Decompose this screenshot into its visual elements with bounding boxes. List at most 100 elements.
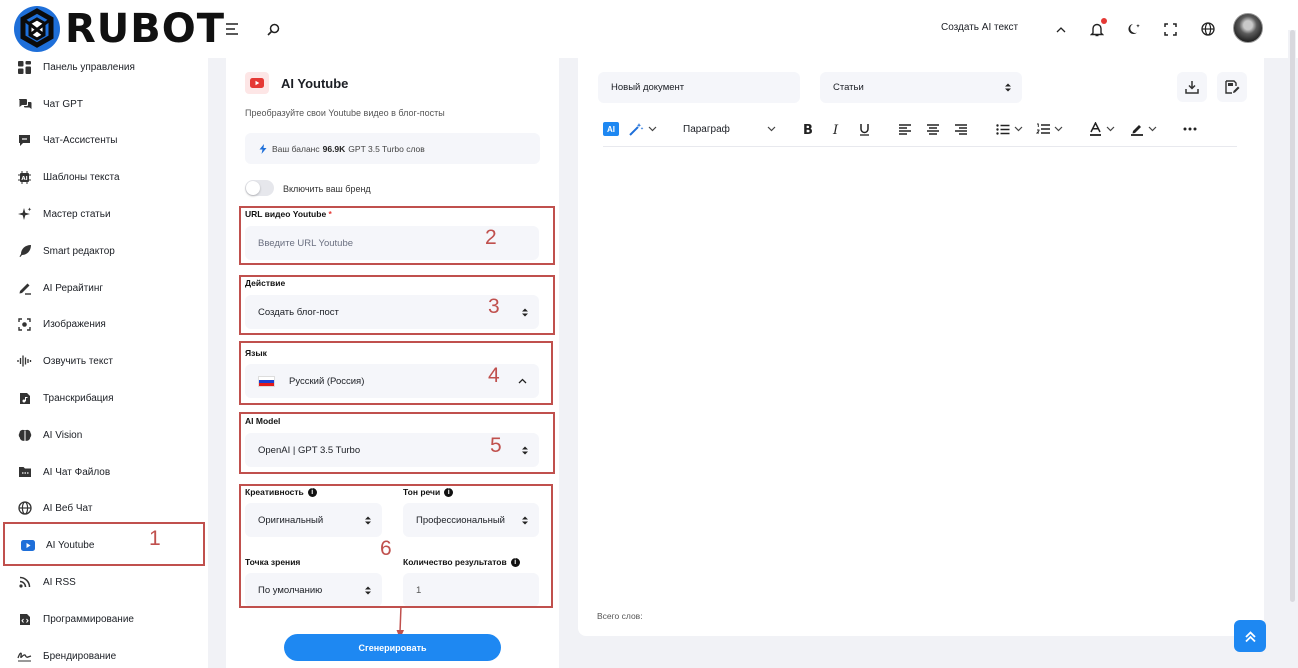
rss-icon xyxy=(17,575,32,590)
annotation-box-5 xyxy=(239,412,555,474)
double-chevron-up-icon xyxy=(1244,630,1256,642)
sidebar-item-article-wizard[interactable]: Мастер статьи xyxy=(0,199,208,229)
download-button[interactable] xyxy=(1177,72,1207,102)
notification-bell-icon[interactable] xyxy=(1088,18,1107,38)
sidebar-item-label: Транскрибация xyxy=(43,392,114,404)
category-select-value: Статьи xyxy=(833,82,864,93)
more-options-button[interactable] xyxy=(1183,121,1197,137)
sidebar-item-text-templates[interactable]: AI Шаблоны текста xyxy=(0,162,208,192)
align-right-button[interactable] xyxy=(954,121,968,137)
magic-wand-icon xyxy=(629,123,644,136)
globe-icon xyxy=(17,501,32,516)
sidebar-item-dashboard[interactable]: Панель управления xyxy=(0,52,208,82)
sidebar-item-label: Smart редактор xyxy=(43,245,115,257)
search-icon[interactable] xyxy=(264,20,282,38)
sidebar-item-chat-gpt[interactable]: Чат GPT xyxy=(0,89,208,119)
annotation-box-1 xyxy=(3,522,205,566)
ai-chip-icon: AI xyxy=(17,170,32,185)
sidebar-item-ai-rss[interactable]: AI RSS xyxy=(0,567,208,597)
bold-button[interactable]: B xyxy=(803,121,814,137)
sidebar-item-smart-editor[interactable]: Smart редактор xyxy=(0,236,208,266)
download-icon xyxy=(1185,81,1199,94)
sidebar-item-programming[interactable]: Программирование xyxy=(0,604,208,634)
annotation-number-2: 2 xyxy=(485,226,497,249)
create-ai-text-link[interactable]: Создать AI текст xyxy=(941,22,1018,33)
align-right-icon xyxy=(955,123,967,135)
bullet-list-icon xyxy=(996,123,1010,135)
word-count-label: Всего слов: xyxy=(597,611,643,621)
magic-wand-button[interactable] xyxy=(629,121,657,137)
menu-toggle-icon[interactable] xyxy=(223,20,241,38)
page-scrollbar-thumb[interactable] xyxy=(1290,30,1295,602)
ai-assist-button[interactable]: AI xyxy=(603,121,619,137)
top-header: RUBOT Создать AI текст xyxy=(0,0,1298,58)
dark-mode-moon-icon[interactable] xyxy=(1125,20,1143,38)
underline-button[interactable] xyxy=(859,121,870,137)
sidebar-item-label: Озвучить текст xyxy=(43,355,113,367)
chevron-up-icon[interactable] xyxy=(1052,20,1070,38)
align-left-button[interactable] xyxy=(898,121,912,137)
language-globe-icon[interactable] xyxy=(1199,20,1217,38)
numbered-list-button[interactable] xyxy=(1036,121,1063,137)
annotation-number-1: 1 xyxy=(149,527,161,550)
annotation-box-6 xyxy=(239,484,553,608)
pencil-line-icon xyxy=(17,281,32,296)
italic-icon: I xyxy=(832,123,839,135)
chevron-down-icon xyxy=(767,126,776,132)
image-scan-icon xyxy=(17,317,32,332)
annotation-box-3 xyxy=(239,275,555,335)
bold-icon: B xyxy=(803,123,813,135)
sidebar-item-images[interactable]: Изображения xyxy=(0,309,208,339)
more-dots-icon xyxy=(1183,127,1197,131)
paragraph-style-select[interactable]: Параграф xyxy=(683,121,778,137)
sidebar-item-label: Чат GPT xyxy=(43,98,83,110)
highlighter-icon xyxy=(1131,125,1143,136)
highlight-color-button[interactable] xyxy=(1130,121,1157,137)
svg-text:B: B xyxy=(803,123,813,135)
sidebar-item-label: AI Рерайтинг xyxy=(43,282,104,294)
app-logo[interactable]: RUBOT xyxy=(12,4,225,54)
balance-prefix: Ваш баланс xyxy=(272,143,320,154)
category-select[interactable]: Статьи xyxy=(820,72,1022,103)
sidebar-item-transcription[interactable]: Транскрибация xyxy=(0,383,208,413)
toolbar-divider xyxy=(603,146,1237,147)
signature-icon xyxy=(17,649,32,664)
notification-dot xyxy=(1101,18,1107,24)
sidebar-item-label: Панель управления xyxy=(43,61,135,73)
dashboard-grid-icon xyxy=(17,60,32,75)
text-color-icon xyxy=(1090,122,1101,136)
sidebar-item-ai-vision[interactable]: AI Vision xyxy=(0,420,208,450)
fullscreen-icon[interactable] xyxy=(1161,20,1179,38)
scroll-to-top-button[interactable] xyxy=(1234,620,1266,652)
sidebar-item-ai-file-chat[interactable]: AI Чат Файлов xyxy=(0,457,208,487)
sidebar-item-branding[interactable]: Брендирование xyxy=(0,641,208,668)
bullet-list-button[interactable] xyxy=(996,121,1023,137)
chevron-down-icon xyxy=(1106,126,1115,132)
annotation-number-6: 6 xyxy=(380,537,392,560)
chevron-down-icon xyxy=(1014,126,1023,132)
text-color-button[interactable] xyxy=(1089,121,1115,137)
paragraph-select-value: Параграф xyxy=(683,123,730,135)
audio-file-icon xyxy=(17,391,32,406)
align-center-button[interactable] xyxy=(926,121,940,137)
italic-button[interactable]: I xyxy=(832,121,841,137)
svg-text:AI: AI xyxy=(21,176,27,182)
underline-icon xyxy=(860,123,869,136)
annotation-number-3: 3 xyxy=(488,295,500,318)
sidebar-item-ai-web-chat[interactable]: AI Веб Чат xyxy=(0,493,208,523)
youtube-logo-icon xyxy=(245,72,269,94)
logo-knot-icon xyxy=(14,6,60,52)
chevron-down-icon xyxy=(648,126,657,132)
svg-text:I: I xyxy=(832,123,839,135)
generate-button[interactable]: Сгенерировать xyxy=(284,634,501,661)
sidebar-item-label: Изображения xyxy=(43,318,106,330)
sidebar-item-chat-assistants[interactable]: Чат-Ассистенты xyxy=(0,125,208,155)
document-name-input[interactable]: Новый документ xyxy=(598,72,800,103)
sparkle-icon xyxy=(17,207,32,222)
sidebar-item-ai-rewriting[interactable]: AI Рерайтинг xyxy=(0,273,208,303)
sidebar-item-text-to-speech[interactable]: Озвучить текст xyxy=(0,346,208,376)
brand-toggle[interactable] xyxy=(245,180,274,196)
word-balance-box: Ваш баланс 96.9K GPT 3.5 Turbo слов xyxy=(245,133,540,164)
save-document-button[interactable] xyxy=(1217,72,1247,102)
user-avatar[interactable] xyxy=(1233,13,1263,43)
